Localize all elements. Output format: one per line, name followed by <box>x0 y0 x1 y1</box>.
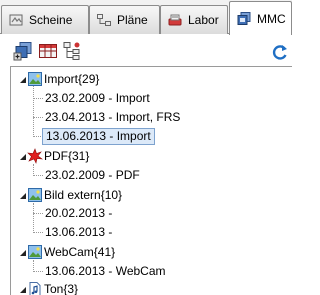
tab-strip: Scheine Pläne Labor MMC <box>0 0 292 35</box>
pdf-icon <box>27 148 43 164</box>
toolbar <box>0 35 292 66</box>
tree-item-label: 20.02.2013 - <box>45 206 113 220</box>
collapse-icon[interactable] <box>19 153 27 161</box>
tree-item-label: 23.02.2009 - Import <box>45 91 150 105</box>
tab-label: Scheine <box>29 13 73 27</box>
import-button[interactable] <box>13 41 33 61</box>
tree-group-label: Import{29} <box>44 72 100 86</box>
tree-item-label: 13.06.2013 - WebCam <box>45 264 166 278</box>
tab-label: Pläne <box>117 13 148 27</box>
plaene-icon <box>97 14 111 26</box>
tree-connector <box>33 117 43 118</box>
collapse-icon[interactable] <box>19 76 27 84</box>
grid-view-button[interactable] <box>38 41 58 61</box>
tree-connector <box>33 175 43 176</box>
tree-connector <box>33 213 43 214</box>
tab-label: Labor <box>188 13 219 27</box>
tree-connector <box>33 83 34 137</box>
tab-labor[interactable]: Labor <box>160 5 228 34</box>
audio-icon <box>29 282 41 295</box>
collapse-icon[interactable] <box>19 192 27 200</box>
tree-item-label: 13.06.2013 - <box>45 225 113 239</box>
image-icon <box>28 72 42 86</box>
tree-group-label: Bild extern{10} <box>44 188 123 202</box>
mmc-icon <box>237 11 251 25</box>
image-icon <box>28 188 42 202</box>
tab-label: MMC <box>257 11 286 26</box>
image-icon <box>28 245 42 259</box>
collapse-icon[interactable] <box>19 286 27 294</box>
labor-icon <box>168 14 182 26</box>
tree-item-label: 23.04.2013 - Import, FRS <box>45 110 181 124</box>
tree-group-import[interactable]: Import{29} <box>11 71 281 88</box>
scheine-icon <box>9 14 23 26</box>
tree-view-button[interactable] <box>62 41 82 61</box>
tree-group-label: WebCam{41} <box>44 245 116 259</box>
tree-group-ton[interactable]: Ton{3} <box>11 281 281 295</box>
tree-group-webcam[interactable]: WebCam{41} <box>11 244 281 261</box>
mmc-tree: Import{29} 23.02.2009 - Import 23.04.201… <box>10 66 292 295</box>
tree-group-bild-extern[interactable]: Bild extern{10} <box>11 187 281 204</box>
tab-mmc[interactable]: MMC <box>229 1 292 35</box>
refresh-button[interactable] <box>270 43 290 61</box>
tab-plaene[interactable]: Pläne <box>89 5 160 34</box>
tree-item-label: 23.02.2009 - PDF <box>45 168 140 182</box>
tab-scheine[interactable]: Scheine <box>1 5 89 34</box>
tree-group-label: Ton{3} <box>44 282 79 295</box>
tree-connector <box>33 232 43 233</box>
tree-connector <box>33 271 43 272</box>
collapse-icon[interactable] <box>19 249 27 257</box>
tree-connector <box>33 203 34 233</box>
tree-group-label: PDF{31} <box>44 149 90 163</box>
tree-item-label: 13.06.2013 - Import <box>42 128 155 145</box>
tree-connector <box>33 98 43 99</box>
tree-group-pdf[interactable]: PDF{31} <box>11 148 281 165</box>
